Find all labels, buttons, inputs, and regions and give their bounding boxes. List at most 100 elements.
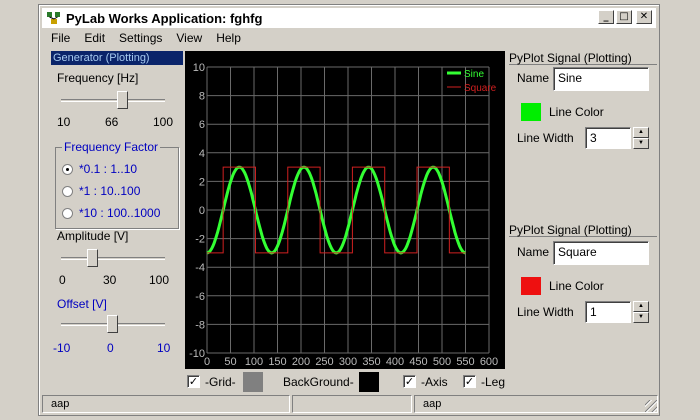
line-width-spinner[interactable]: ▲ ▼ [633, 301, 649, 323]
y-tick-label: -8 [195, 319, 205, 331]
x-tick-label: 250 [315, 356, 333, 368]
signal-name-input[interactable]: Sine [553, 67, 649, 91]
plot-options-bar: ✓ -Grid- BackGround- ✓ -Axis ✓ -Leg [185, 371, 657, 393]
y-tick-label: -6 [195, 291, 205, 303]
background-label: BackGround- [283, 375, 354, 389]
factor-option-label: *1 : 10..100 [79, 184, 141, 198]
x-tick-label: 500 [433, 356, 451, 368]
frequency-label: Frequency [Hz] [57, 71, 139, 85]
x-tick-label: 100 [245, 356, 263, 368]
y-tick-label: -4 [195, 262, 205, 274]
frequency-slider-thumb[interactable] [117, 91, 128, 109]
status-bar: aap aap [42, 395, 658, 413]
menu-settings[interactable]: Settings [119, 31, 162, 45]
frequency-factor-title: Frequency Factor [62, 140, 161, 154]
status-cell-middle [292, 395, 412, 413]
legend-label: Sine [464, 69, 484, 80]
generator-panel: Generator (Plotting) Frequency [Hz] 10 6… [51, 51, 183, 359]
plot-area[interactable]: 10 8 6 4 2 0 -2 -4 -6 -8 -10 0 50 100 150 200 250 300 350 4… [185, 51, 505, 369]
frequency-tick-value: 66 [105, 115, 119, 129]
line-width-input[interactable]: 1 [585, 301, 631, 323]
close-button[interactable]: ✕ [636, 10, 652, 24]
radio-button[interactable] [62, 207, 73, 219]
line-color-label: Line Color [549, 279, 604, 293]
name-label: Name [517, 71, 550, 85]
x-tick-label: 450 [409, 356, 427, 368]
y-tick-label: 0 [199, 205, 205, 217]
resize-grip-icon[interactable] [645, 400, 657, 412]
line-color-swatch[interactable] [521, 103, 541, 121]
grid-checkbox[interactable]: ✓ [187, 375, 200, 388]
menu-help[interactable]: Help [216, 31, 241, 45]
grid-label: -Grid- [205, 375, 236, 389]
signal-header: PyPlot Signal (Plotting) [509, 223, 657, 237]
x-tick-label: 400 [386, 356, 404, 368]
signal-panel-sine: PyPlot Signal (Plotting) Name Sine Line … [509, 51, 657, 217]
spin-down-icon[interactable]: ▼ [633, 312, 649, 323]
status-cell-left: aap [42, 395, 290, 413]
signal-chart: 1086420-2-4-6-8-100 50 100 150 200 250 300 350 4… [189, 62, 498, 368]
x-tick-label: 300 [339, 356, 357, 368]
x-tick-label: 350 [362, 356, 380, 368]
axis-checkbox[interactable]: ✓ [403, 375, 416, 388]
line-color-label: Line Color [549, 105, 604, 119]
amplitude-tick-value: 30 [103, 273, 117, 287]
background-color-swatch[interactable] [359, 372, 379, 392]
signal-name-input[interactable]: Square [553, 241, 649, 265]
frequency-tick-max: 100 [153, 115, 174, 129]
grid-color-swatch[interactable] [243, 372, 263, 392]
x-tick-label: 150 [268, 356, 286, 368]
x-tick-label: 50 [224, 356, 236, 368]
offset-tick-min: -10 [53, 341, 71, 355]
legend-label: -Leg [481, 375, 506, 389]
y-tick-label: -2 [195, 234, 205, 246]
generator-header: Generator (Plotting) [51, 51, 183, 65]
y-tick-label: 2 [199, 176, 205, 188]
spin-up-icon[interactable]: ▲ [633, 301, 649, 312]
spin-down-icon[interactable]: ▼ [633, 138, 649, 149]
amplitude-tick-max: 100 [149, 273, 170, 287]
factor-option-label: *0.1 : 1..10 [79, 162, 138, 176]
maximize-button[interactable]: □ [616, 10, 632, 24]
legend-label: Square [464, 83, 497, 94]
x-tick-label: 550 [456, 356, 474, 368]
amplitude-slider-thumb[interactable] [87, 249, 98, 267]
frequency-slider[interactable] [61, 91, 165, 109]
y-tick-label: 4 [199, 148, 205, 160]
signal-panel-square: PyPlot Signal (Plotting) Name Square Lin… [509, 223, 657, 363]
app-icon [47, 12, 60, 24]
app-window: PyLab Works Application: fghfg _ □ ✕ Fil… [38, 4, 660, 416]
title-bar[interactable]: PyLab Works Application: fghfg _ □ ✕ [42, 8, 656, 28]
line-width-spinner[interactable]: ▲ ▼ [633, 127, 649, 149]
frequency-factor-group: Frequency Factor *0.1 : 1..10 *1 : 10..1… [55, 140, 179, 229]
line-width-label: Line Width [517, 305, 574, 319]
name-label: Name [517, 245, 550, 259]
legend-checkbox[interactable]: ✓ [463, 375, 476, 388]
amplitude-slider[interactable] [61, 249, 165, 267]
spin-up-icon[interactable]: ▲ [633, 127, 649, 138]
menu-edit[interactable]: Edit [84, 31, 105, 45]
offset-slider-thumb[interactable] [107, 315, 118, 333]
axis-label: -Axis [421, 375, 448, 389]
radio-button[interactable] [62, 185, 73, 197]
status-cell-right: aap [414, 395, 658, 413]
factor-option-0[interactable]: *0.1 : 1..10 [62, 162, 137, 176]
minimize-button[interactable]: _ [598, 10, 614, 24]
window-title: PyLab Works Application: fghfg [66, 10, 263, 26]
menu-file[interactable]: File [51, 31, 70, 45]
offset-tick-value: 0 [107, 341, 114, 355]
x-tick-label: 600 [480, 356, 498, 368]
radio-button[interactable] [62, 163, 73, 175]
line-width-input[interactable]: 3 [585, 127, 631, 149]
offset-slider[interactable] [61, 315, 165, 333]
menu-view[interactable]: View [176, 31, 202, 45]
y-tick-label: 8 [199, 91, 205, 103]
line-width-label: Line Width [517, 131, 574, 145]
y-tick-label: -10 [189, 348, 205, 360]
line-color-swatch[interactable] [521, 277, 541, 295]
factor-option-2[interactable]: *10 : 100..1000 [62, 206, 160, 220]
y-tick-label: 10 [193, 62, 205, 74]
factor-option-1[interactable]: *1 : 10..100 [62, 184, 140, 198]
offset-tick-max: 10 [157, 341, 171, 355]
menu-bar: File Edit Settings View Help [51, 31, 241, 45]
